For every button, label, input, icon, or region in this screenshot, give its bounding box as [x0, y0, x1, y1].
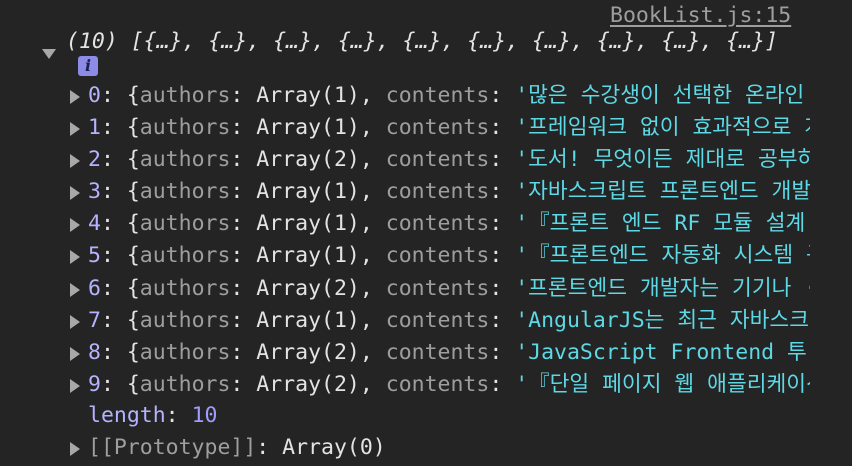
contents-value: '많은 수강생이 선택한 온라인 [515, 83, 805, 108]
item-index: 3 [88, 179, 101, 205]
item-index: 9 [88, 371, 101, 397]
contents-value: '프레임워크 없이 효과적으로 개 [515, 115, 810, 141]
authors-key: authors [139, 147, 231, 173]
array-summary[interactable]: (10) [{…}, {…}, {…}, {…}, {…}, {…}, {…},… [42, 29, 778, 59]
item-index: 2 [88, 147, 101, 173]
collapsed-triangle-icon[interactable] [70, 314, 80, 329]
array-preview-text: (10) [{…}, {…}, {…}, {…}, {…}, {…}, {…},… [66, 29, 778, 54]
expanded-triangle-icon[interactable] [42, 49, 56, 59]
authors-key: authors [139, 339, 231, 365]
array-item-row[interactable]: 1: {authors: Array(1), contents: '프레임워크 … [0, 112, 810, 144]
authors-value: Array(1) [256, 243, 360, 269]
contents-key: contents [385, 179, 490, 205]
authors-value: Array(1) [256, 179, 360, 205]
contents-value: '프론트엔드 개발자는 기기나 · [515, 275, 810, 301]
contents-value: '『단일 페이지 웹 애플리케이션 [515, 371, 810, 397]
collapsed-triangle-icon[interactable] [70, 442, 80, 456]
contents-value: '도서! 무엇이든 제대로 공부하 [515, 147, 810, 173]
length-property: length: 10 [88, 403, 218, 428]
array-items-list: 0: {authors: Array(1), contents: '많은 수강생… [0, 80, 810, 401]
collapsed-triangle-icon[interactable] [70, 154, 80, 169]
array-item-row[interactable]: 0: {authors: Array(1), contents: '많은 수강생… [0, 80, 810, 112]
item-index: 6 [88, 275, 101, 301]
info-icon[interactable]: i [78, 56, 98, 76]
array-item-row[interactable]: 8: {authors: Array(2), contents: 'JavaSc… [0, 337, 810, 369]
collapsed-triangle-icon[interactable] [70, 218, 80, 233]
contents-key: contents [385, 115, 490, 141]
collapsed-triangle-icon[interactable] [70, 90, 80, 104]
authors-value: Array(2) [256, 339, 360, 365]
authors-value: Array(2) [256, 275, 360, 301]
array-item-row[interactable]: 3: {authors: Array(1), contents: '자바스크립트… [0, 176, 810, 208]
authors-value: Array(1) [256, 307, 360, 333]
authors-key: authors [139, 307, 231, 333]
authors-value: Array(1) [256, 83, 360, 108]
item-index: 7 [88, 307, 101, 333]
collapsed-triangle-icon[interactable] [70, 122, 80, 137]
contents-key: contents [385, 83, 490, 108]
collapsed-triangle-icon[interactable] [70, 346, 80, 361]
contents-key: contents [385, 147, 490, 173]
array-item-row[interactable]: 4: {authors: Array(1), contents: '『프론트 엔… [0, 208, 810, 240]
contents-value: '『프론트 엔드 RF 모듈 설계 [515, 211, 806, 237]
array-item-row[interactable]: 6: {authors: Array(2), contents: '프론트엔드 … [0, 273, 810, 305]
contents-key: contents [385, 243, 490, 269]
length-key: length [88, 403, 166, 428]
collapsed-triangle-icon[interactable] [70, 378, 80, 393]
authors-value: Array(2) [256, 371, 360, 397]
contents-key: contents [385, 371, 490, 397]
contents-value: '『프론트엔드 자동화 시스템 구 [515, 243, 810, 269]
authors-key: authors [139, 179, 231, 205]
contents-key: contents [385, 211, 490, 237]
item-index: 4 [88, 211, 101, 237]
contents-value: 'AngularJS는 최근 자바스크 [515, 307, 809, 333]
item-index: 5 [88, 243, 101, 269]
item-index: 0 [88, 83, 101, 108]
prototype-row[interactable]: [[Prototype]]: Array(0) [0, 432, 852, 464]
prototype-key: [[Prototype]] [88, 435, 257, 460]
item-index: 8 [88, 339, 101, 365]
authors-value: Array(1) [256, 115, 360, 141]
authors-key: authors [139, 115, 231, 141]
contents-key: contents [385, 275, 490, 301]
array-item-row[interactable]: 9: {authors: Array(2), contents: '『단일 페이… [0, 369, 810, 401]
authors-key: authors [139, 243, 231, 269]
item-index: 1 [88, 115, 101, 141]
collapsed-triangle-icon[interactable] [70, 282, 80, 297]
authors-key: authors [139, 371, 231, 397]
source-file-link[interactable]: BookList.js:15 [610, 3, 791, 28]
authors-value: Array(1) [256, 211, 360, 237]
authors-key: authors [139, 83, 231, 108]
array-item-row[interactable]: 5: {authors: Array(1), contents: '『프론트엔드… [0, 240, 810, 272]
collapsed-triangle-icon[interactable] [70, 250, 80, 265]
contents-key: contents [385, 339, 490, 365]
authors-value: Array(2) [256, 147, 360, 173]
collapsed-triangle-icon[interactable] [70, 186, 80, 201]
prototype-value: Array(0) [282, 435, 386, 460]
contents-value: '자바스크립트 프론트엔드 개발 [515, 179, 810, 205]
length-value: 10 [191, 403, 218, 428]
contents-key: contents [385, 307, 490, 333]
array-item-row[interactable]: 7: {authors: Array(1), contents: 'Angula… [0, 305, 810, 337]
authors-key: authors [139, 211, 231, 237]
authors-key: authors [139, 275, 231, 301]
array-item-row[interactable]: 2: {authors: Array(2), contents: '도서! 무엇… [0, 144, 810, 176]
contents-value: 'JavaScript Frontend 투 [515, 339, 807, 365]
